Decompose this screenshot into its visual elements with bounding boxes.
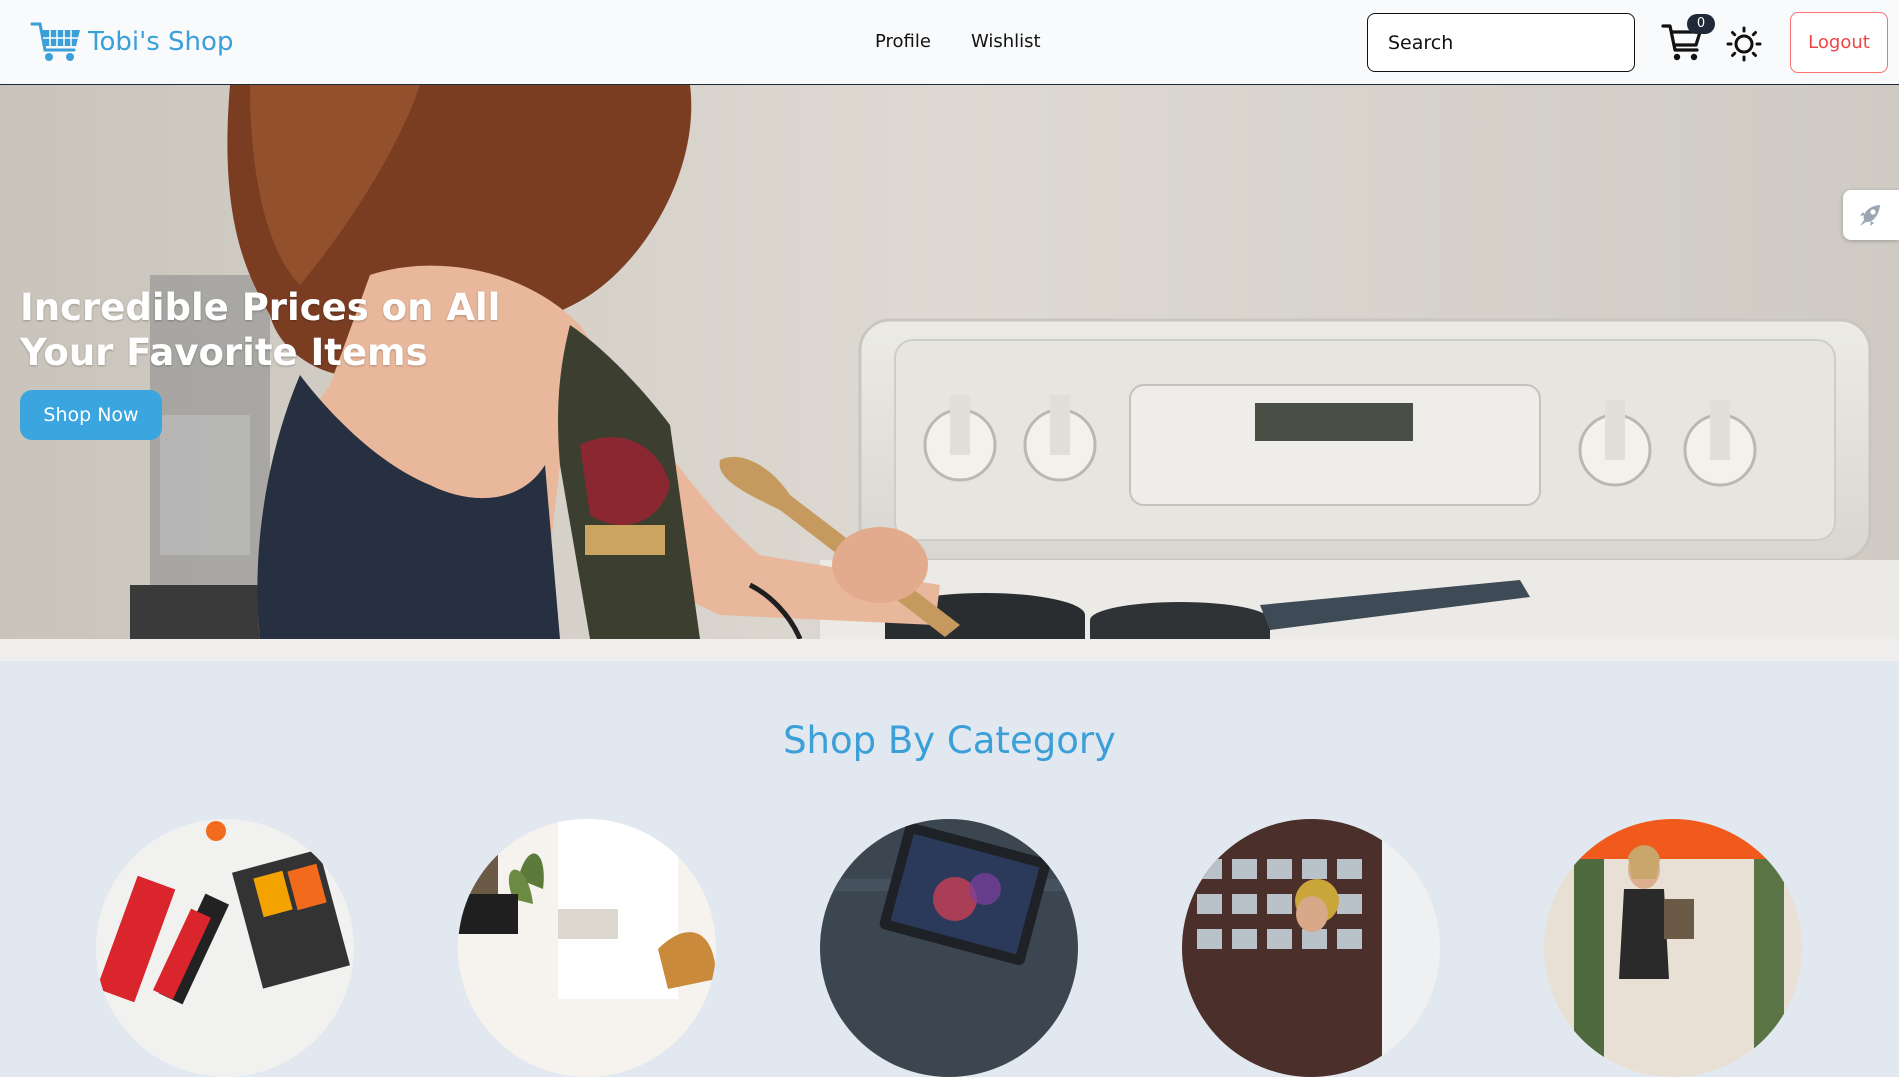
category-fashion[interactable] — [1544, 819, 1802, 1077]
brand-name: Tobi's Shop — [88, 27, 234, 57]
section-divider — [0, 639, 1899, 661]
category-electronics[interactable] — [820, 819, 1078, 1077]
hero-title: Incredible Prices on All Your Favorite I… — [20, 286, 501, 374]
office-supplies-image — [96, 819, 354, 1077]
search-input[interactable] — [1367, 13, 1635, 72]
category-section-title: Shop By Category — [783, 719, 1116, 762]
sun-icon[interactable] — [1726, 26, 1762, 62]
city-person-image — [1182, 819, 1440, 1077]
home-decor-image — [458, 819, 716, 1077]
category-lifestyle[interactable] — [1182, 819, 1440, 1077]
category-home-decor[interactable] — [458, 819, 716, 1077]
navbar: Tobi's Shop Profile Wishlist 0 Logout — [0, 0, 1899, 85]
shop-now-button[interactable]: Shop Now — [20, 390, 162, 440]
category-office-supplies[interactable] — [96, 819, 354, 1077]
logout-button[interactable]: Logout — [1790, 12, 1888, 73]
laptop-image — [820, 819, 1078, 1077]
shopping-cart-icon — [30, 22, 80, 61]
rocket-icon — [1860, 205, 1880, 226]
nav-link-wishlist[interactable]: Wishlist — [971, 31, 1041, 52]
brand-link[interactable]: Tobi's Shop — [30, 20, 233, 64]
side-tab[interactable] — [1843, 190, 1899, 240]
nav-links: Profile Wishlist — [875, 31, 1041, 52]
cart-count-badge: 0 — [1687, 14, 1715, 34]
nav-link-profile[interactable]: Profile — [875, 31, 931, 52]
category-section: Shop By Category — [0, 661, 1899, 1077]
hero-banner: Incredible Prices on All Your Favorite I… — [0, 85, 1899, 639]
fashion-shopping-image — [1544, 819, 1802, 1077]
